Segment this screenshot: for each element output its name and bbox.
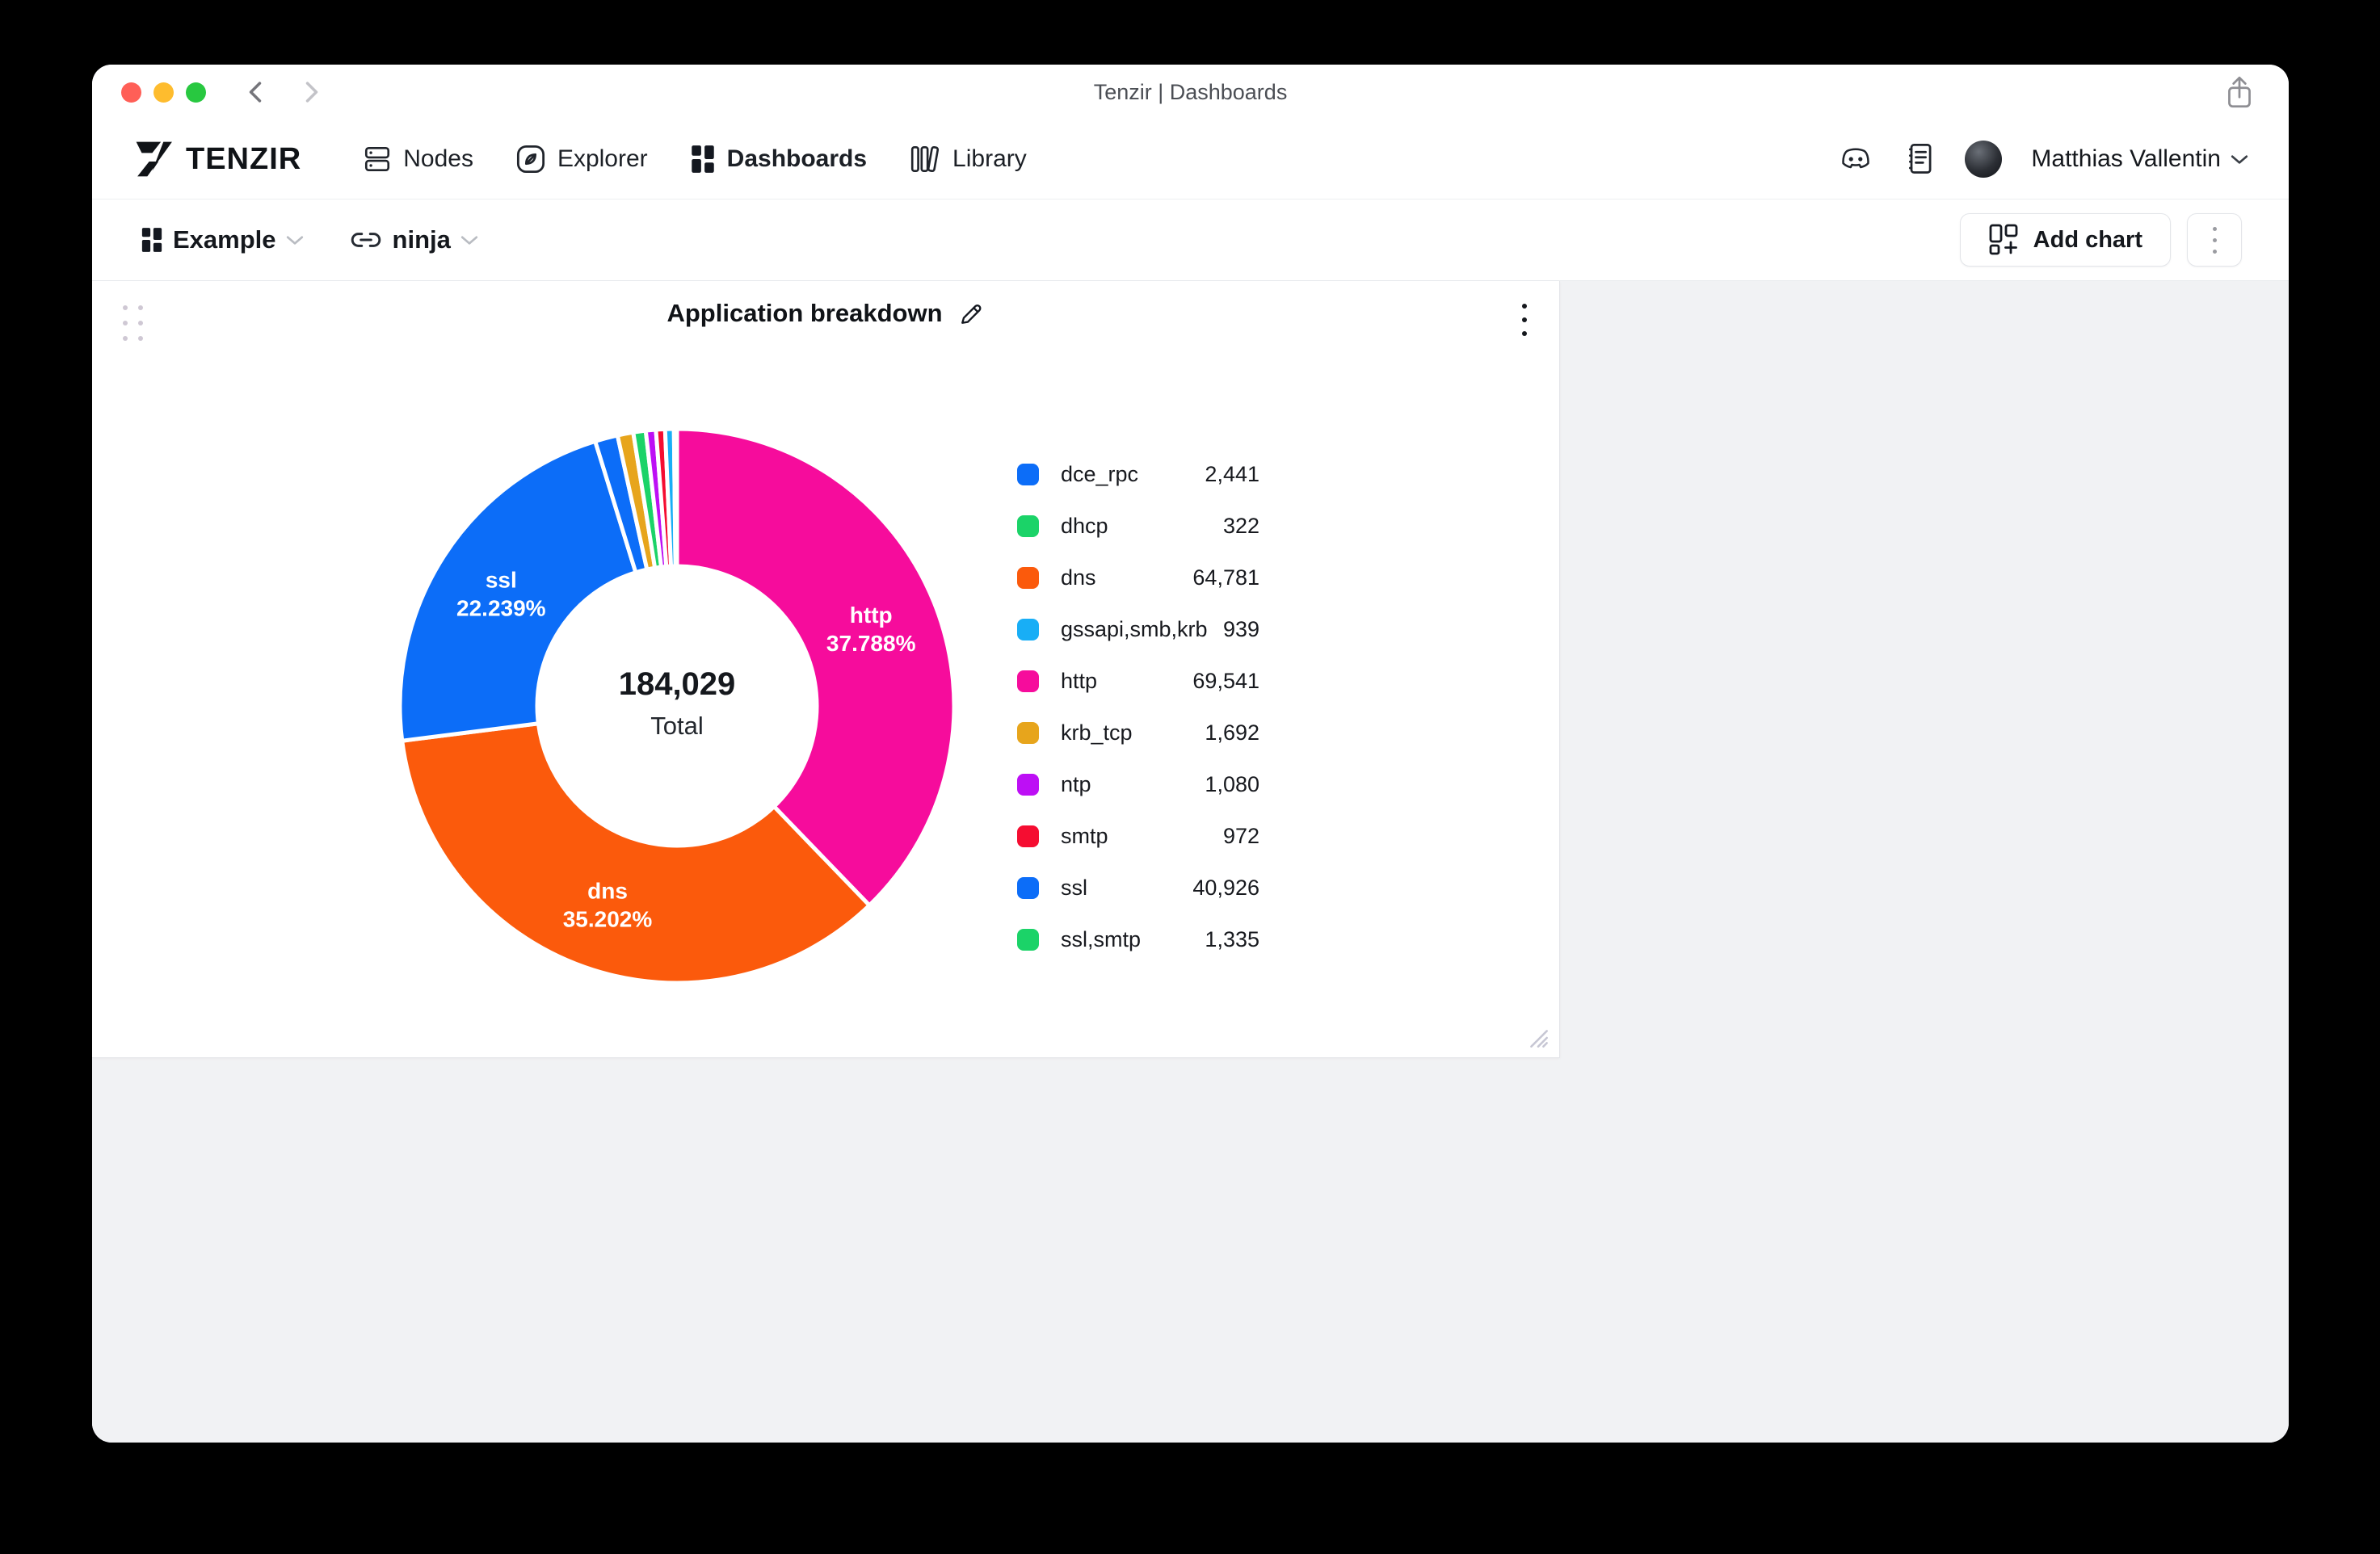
legend-value: 322 [1223, 514, 1259, 539]
nav-item-label: Dashboards [727, 145, 867, 173]
legend-row[interactable]: dhcp 322 [1017, 500, 1259, 552]
legend-swatch [1017, 515, 1039, 537]
legend-row[interactable]: dce_rpc 2,441 [1017, 448, 1259, 500]
legend-swatch [1017, 929, 1039, 951]
tenzir-logo-icon [132, 139, 175, 179]
dashboard-toolbar: Example ninja [92, 200, 2289, 281]
chart-card: Application breakdown http37.788%dns35.2… [92, 281, 1560, 1058]
legend-row[interactable]: dns 64,781 [1017, 552, 1259, 603]
legend-label: dce_rpc [1061, 462, 1138, 487]
nav-item-nodes[interactable]: Nodes [363, 144, 473, 174]
nav-item-library[interactable]: Library [909, 144, 1027, 174]
explorer-icon [515, 144, 546, 174]
pipeline-name: ninja [393, 225, 451, 254]
chart-legend: dce_rpc 2,441 dhcp 322 dns 64,781 gssapi,smb,k… [1017, 448, 1259, 965]
legend-label: ntp [1061, 772, 1091, 797]
legend-label: http [1061, 669, 1097, 694]
chart-total-label: Total [650, 712, 703, 740]
add-chart-label: Add chart [2033, 227, 2142, 254]
legend-swatch [1017, 722, 1039, 744]
legend-swatch [1017, 877, 1039, 899]
dashboard-name: Example [173, 225, 276, 254]
share-icon[interactable] [2222, 74, 2256, 111]
legend-swatch [1017, 670, 1039, 692]
legend-label: smtp [1061, 824, 1108, 849]
discord-icon[interactable] [1835, 143, 1876, 175]
legend-swatch [1017, 825, 1039, 847]
legend-value: 69,541 [1192, 669, 1259, 694]
nav-item-label: Library [952, 145, 1027, 173]
app-window: Tenzir | Dashboards TENZIR [92, 65, 2289, 1443]
donut-slice-dhcp[interactable] [674, 429, 677, 566]
legend-label: gssapi,smb,krb [1061, 617, 1208, 642]
legend-row[interactable]: krb_tcp 1,692 [1017, 707, 1259, 758]
tenzir-wordmark: TENZIR [186, 142, 301, 177]
nav-item-dashboards[interactable]: Dashboards [690, 144, 867, 174]
legend-label: dns [1061, 565, 1096, 590]
nodes-icon [363, 144, 392, 174]
link-icon [349, 229, 383, 250]
legend-value: 1,080 [1205, 772, 1259, 797]
docs-icon[interactable] [1905, 141, 1936, 177]
dashboard-selector[interactable]: Example [141, 225, 304, 254]
chevron-down-icon [460, 234, 478, 246]
legend-value: 40,926 [1192, 876, 1259, 901]
nav-item-explorer[interactable]: Explorer [515, 144, 648, 174]
nav-items: Nodes Explorer [363, 144, 1027, 174]
legend-swatch [1017, 464, 1039, 485]
dashboard-menu-button[interactable] [2187, 213, 2242, 267]
legend-label: ssl,smtp [1061, 927, 1141, 952]
legend-row[interactable]: smtp 972 [1017, 810, 1259, 862]
screenshot-root: Tenzir | Dashboards TENZIR [0, 0, 2380, 1554]
user-name: Matthias Vallentin [2031, 145, 2221, 173]
legend-value: 1,692 [1205, 720, 1259, 746]
legend-row[interactable]: ntp 1,080 [1017, 758, 1259, 810]
user-avatar[interactable] [1965, 141, 2002, 178]
legend-row[interactable]: gssapi,smb,krb 939 [1017, 603, 1259, 655]
legend-value: 64,781 [1192, 565, 1259, 590]
add-chart-button[interactable]: Add chart [1960, 213, 2171, 267]
legend-value: 972 [1223, 824, 1259, 849]
donut-chart: http37.788%dns35.202%ssl22.239% 184,029 … [92, 281, 1559, 1057]
window-title: Tenzir | Dashboards [92, 80, 2289, 105]
toolbar-right: Add chart [1960, 213, 2242, 267]
legend-row[interactable]: ssl,smtp 1,335 [1017, 914, 1259, 965]
titlebar: Tenzir | Dashboards [92, 65, 2289, 120]
user-menu[interactable]: Matthias Vallentin [2031, 145, 2248, 173]
donut-slice-dns[interactable] [402, 724, 869, 983]
donut-slice-ssl[interactable] [400, 441, 636, 741]
legend-label: krb_tcp [1061, 720, 1133, 746]
legend-swatch [1017, 774, 1039, 796]
legend-value: 939 [1223, 617, 1259, 642]
library-icon [909, 144, 941, 174]
chart-total-value: 184,029 [619, 666, 736, 702]
legend-swatch [1017, 567, 1039, 589]
legend-label: ssl [1061, 876, 1087, 901]
legend-row[interactable]: ssl 40,926 [1017, 862, 1259, 914]
legend-swatch [1017, 619, 1039, 640]
legend-value: 2,441 [1205, 462, 1259, 487]
nav-item-label: Nodes [403, 145, 473, 173]
legend-row[interactable]: http 69,541 [1017, 655, 1259, 707]
nav-right: Matthias Vallentin [1835, 141, 2248, 178]
app-navbar: TENZIR Nodes [92, 120, 2289, 200]
legend-value: 1,335 [1205, 927, 1259, 952]
legend-label: dhcp [1061, 514, 1108, 539]
kebab-icon [2213, 227, 2217, 254]
add-chart-icon [1988, 223, 2020, 257]
dashboard-canvas: Application breakdown http37.788%dns35.2… [92, 281, 2289, 1443]
resize-handle-icon[interactable] [1525, 1025, 1551, 1051]
tenzir-logo[interactable]: TENZIR [132, 139, 301, 179]
dashboard-grid-icon [141, 226, 163, 254]
nav-item-label: Explorer [557, 145, 648, 173]
dashboards-icon [690, 144, 716, 174]
chevron-down-icon [286, 234, 304, 246]
chevron-down-icon [2231, 153, 2248, 165]
pipeline-selector[interactable]: ninja [349, 225, 478, 254]
